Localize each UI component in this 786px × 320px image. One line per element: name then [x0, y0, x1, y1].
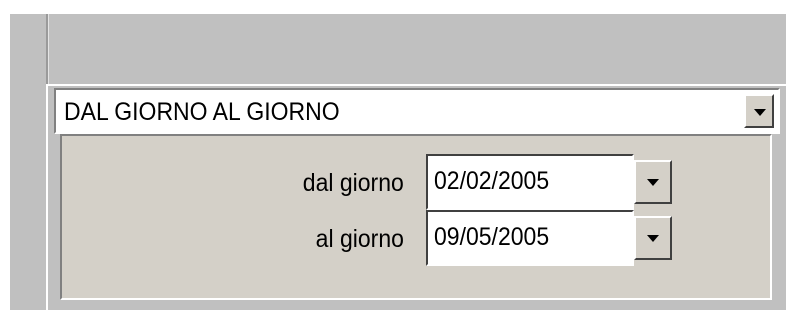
period-dropdown-button[interactable]	[744, 94, 774, 128]
divider	[46, 14, 49, 84]
period-select[interactable]: DAL GIORNO AL GIORNO	[54, 88, 780, 134]
chevron-down-icon	[647, 235, 659, 242]
to-date-value: 09/05/2005	[434, 223, 550, 251]
from-date-dropdown-button[interactable]	[634, 160, 672, 204]
to-date-field[interactable]: 09/05/2005	[426, 210, 634, 266]
to-date-label: al giorno	[315, 225, 404, 253]
chevron-down-icon	[754, 109, 766, 116]
date-range-panel: dal giorno 02/02/2005 al giorno 09/05/20…	[60, 134, 772, 300]
from-date-field[interactable]: 02/02/2005	[426, 154, 634, 210]
from-date-value: 02/02/2005	[434, 167, 550, 195]
to-date-dropdown-button[interactable]	[634, 216, 672, 260]
period-select-value: DAL GIORNO AL GIORNO	[64, 98, 340, 126]
top-area	[10, 14, 786, 84]
chevron-down-icon	[647, 179, 659, 186]
from-date-label: dal giorno	[302, 169, 404, 197]
